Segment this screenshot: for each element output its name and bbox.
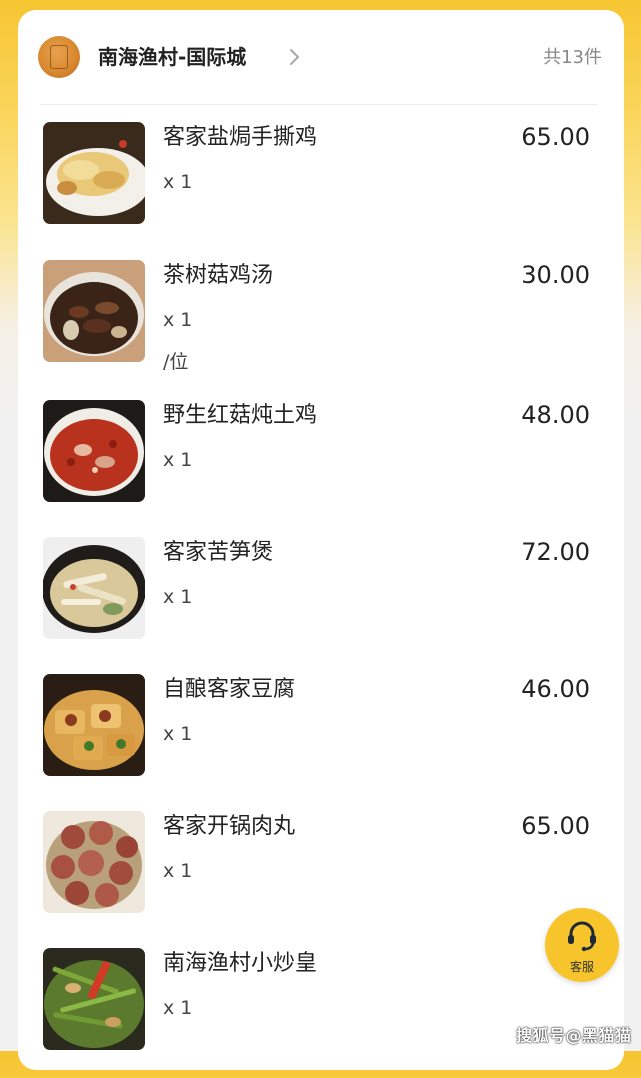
dish-quantity: x 1 (163, 171, 193, 193)
dish-image (43, 122, 145, 224)
dish-image (43, 260, 145, 362)
dish-image (43, 948, 145, 1050)
list-item[interactable]: 自酿客家豆腐 x 1 46.00 (18, 674, 624, 804)
divider (40, 104, 598, 105)
order-card: 南海渔村-国际城 共13件 客家盐焗手撕鸡 x 1 65.00 茶树菇鸡汤 x … (18, 10, 624, 1070)
dish-quantity: x 1 (163, 449, 193, 471)
dish-name: 自酿客家豆腐 (163, 677, 296, 702)
dish-price: 65.00 (521, 123, 590, 151)
dish-price: 48.00 (521, 401, 590, 429)
dish-price: 72.00 (521, 538, 590, 566)
dish-quantity: x 1 (163, 860, 193, 882)
dish-name: 南海渔村小炒皇 (163, 951, 318, 976)
dish-name: 野生红菇炖土鸡 (163, 403, 318, 428)
dish-image (43, 811, 145, 913)
dish-quantity: x 1 (163, 309, 193, 331)
dish-price: 65.00 (521, 812, 590, 840)
list-item[interactable]: 客家开锅肉丸 x 1 65.00 (18, 811, 624, 941)
dish-name: 茶树菇鸡汤 (163, 263, 274, 288)
dish-quantity: x 1 (163, 997, 193, 1019)
list-item[interactable]: 客家盐焗手撕鸡 x 1 65.00 (18, 122, 624, 252)
list-item[interactable]: 客家苦笋煲 x 1 72.00 (18, 537, 624, 667)
dish-quantity: x 1 (163, 586, 193, 608)
item-count: 共13件 (543, 47, 602, 68)
dish-name: 客家开锅肉丸 (163, 814, 296, 839)
store-logo (38, 36, 80, 78)
dish-quantity: x 1 (163, 723, 193, 745)
dish-name: 客家苦笋煲 (163, 540, 274, 565)
customer-service-button[interactable]: 客服 (545, 908, 619, 982)
dish-price: 46.00 (521, 675, 590, 703)
customer-service-label: 客服 (569, 960, 594, 974)
dish-image (43, 537, 145, 639)
dish-unit: /位 (163, 351, 189, 373)
headset-icon (568, 921, 596, 952)
list-item[interactable]: 南海渔村小炒皇 x 1 55 (18, 948, 624, 1078)
dish-name: 客家盐焗手撕鸡 (163, 125, 318, 150)
dish-image (43, 674, 145, 776)
watermark: 搜狐号@黑猫猫 (516, 1026, 632, 1045)
store-header[interactable]: 南海渔村-国际城 共13件 (18, 10, 624, 105)
dish-price: 30.00 (521, 261, 590, 289)
list-item[interactable]: 野生红菇炖土鸡 x 1 48.00 (18, 400, 624, 530)
store-name[interactable]: 南海渔村-国际城 (98, 44, 246, 70)
dish-image (43, 400, 145, 502)
list-item[interactable]: 茶树菇鸡汤 x 1 /位 30.00 (18, 260, 624, 390)
chevron-right-icon[interactable] (284, 47, 304, 67)
